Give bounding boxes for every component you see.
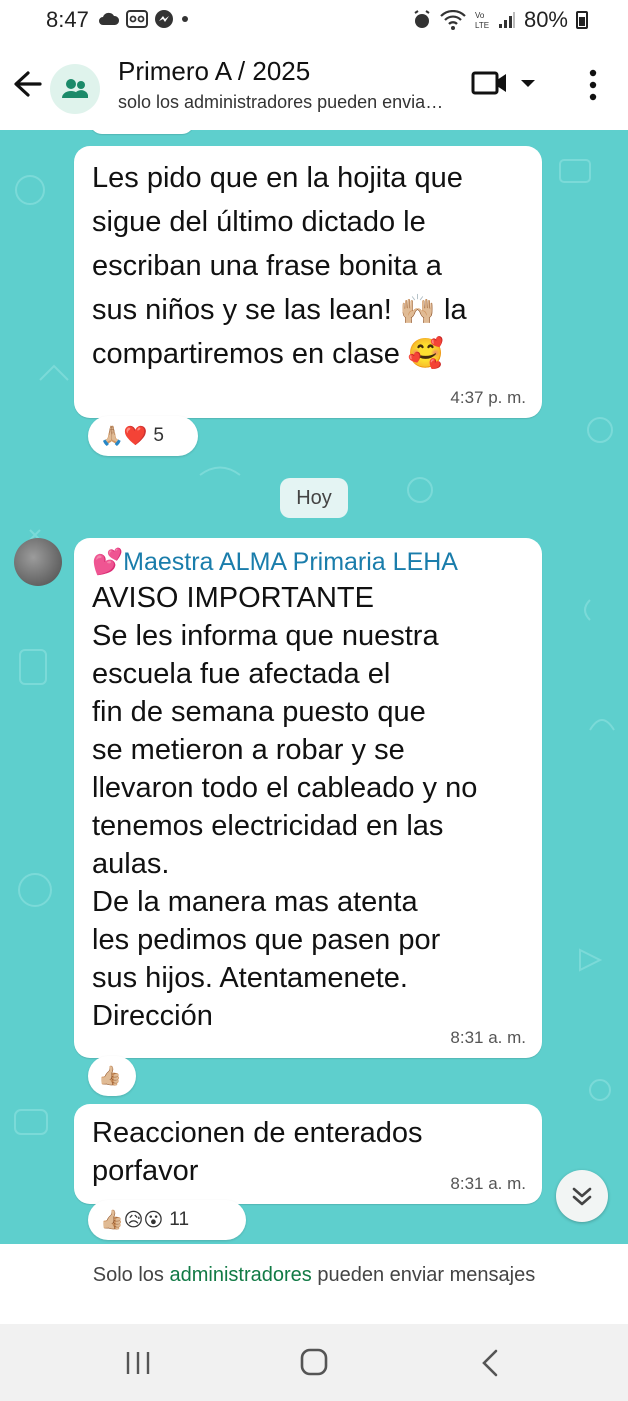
chat-title[interactable]: Primero A / 2025	[118, 56, 310, 87]
notice-suffix: pueden enviar mensajes	[311, 1264, 536, 1286]
reaction-emojis: 👍🏼😥😮	[100, 1210, 164, 1231]
status-bar: 8:47 Vo LTE 80%	[0, 0, 628, 38]
reaction-emojis: 👍🏼	[98, 1066, 122, 1087]
administrators-link[interactable]: administradores	[169, 1264, 311, 1286]
volte-icon: VoLTE	[475, 11, 489, 30]
message-time: 8:31 a. m.	[450, 1174, 526, 1193]
video-call-button[interactable]	[470, 68, 540, 102]
reaction-chip[interactable]: 👍🏼	[88, 1056, 136, 1096]
message-time: 8:31 a. m.	[450, 1028, 526, 1047]
status-notification-icons	[98, 9, 190, 29]
svg-text:LTE: LTE	[475, 21, 489, 30]
battery-icon	[576, 11, 588, 29]
message-text: Les pido que en la hojita que sigue del …	[92, 162, 467, 370]
reaction-count: 5	[153, 425, 164, 446]
signal-icon	[498, 12, 515, 28]
sender-avatar[interactable]	[14, 538, 62, 586]
group-icon	[62, 79, 88, 98]
svg-text:Vo: Vo	[475, 11, 485, 20]
reaction-count: 11	[169, 1209, 190, 1230]
alarm-icon	[414, 10, 430, 28]
system-navigation-bar	[0, 1324, 628, 1401]
admin-only-notice: Solo los administradores pueden enviar m…	[0, 1244, 628, 1324]
back-chevron-icon	[482, 1349, 498, 1377]
message-bubble[interactable]: 💕Maestra ALMA Primaria LEHA AVISO IMPORT…	[74, 538, 542, 1058]
group-avatar[interactable]	[50, 64, 100, 114]
dot-icon	[182, 16, 188, 22]
message-text: AVISO IMPORTANTE Se les informa que nues…	[92, 582, 478, 1032]
recent-apps-button[interactable]	[118, 1346, 158, 1380]
kebab-menu-icon	[589, 69, 597, 101]
more-options-button[interactable]	[578, 66, 608, 104]
wifi-icon	[440, 10, 466, 30]
recent-apps-icon	[126, 1352, 150, 1374]
message-bubble[interactable]: Les pido que en la hojita que sigue del …	[74, 146, 542, 418]
back-button[interactable]	[8, 64, 48, 104]
status-time: 8:47	[46, 7, 89, 32]
status-system-icons: Vo LTE 80%	[412, 7, 588, 33]
battery-percent: 80%	[523, 7, 568, 32]
reaction-emojis: 🙏🏼❤️	[100, 426, 148, 447]
messenger-icon	[155, 10, 173, 28]
message-bubble[interactable]: Reaccionen de enterados porfavor 8:31 a.…	[74, 1104, 542, 1204]
double-chevron-down-icon	[572, 1187, 592, 1206]
home-icon	[300, 1348, 328, 1376]
chat-area[interactable]: Les pido que en la hojita que sigue del …	[0, 130, 628, 1244]
chat-subtitle[interactable]: solo los administradores pueden enviar m…	[118, 92, 448, 113]
video-camera-icon	[471, 71, 506, 95]
sender-name[interactable]: 💕Maestra ALMA Primaria LEHA	[92, 548, 524, 577]
prev-reaction-remnant	[90, 130, 194, 134]
back-arrow-icon	[14, 71, 42, 97]
reaction-chip[interactable]: 🙏🏼❤️ 5	[88, 416, 198, 456]
back-nav-button[interactable]	[470, 1346, 510, 1380]
cloud-icon	[99, 12, 120, 25]
chevron-down-icon	[521, 80, 535, 87]
scroll-to-bottom-button[interactable]	[556, 1170, 608, 1222]
voicemail-icon	[126, 10, 148, 28]
date-divider: Hoy	[280, 478, 348, 518]
message-time: 4:37 p. m.	[450, 388, 526, 407]
home-button[interactable]	[294, 1346, 334, 1380]
reaction-chip[interactable]: 👍🏼😥😮 11	[88, 1200, 246, 1240]
notice-prefix: Solo los	[92, 1264, 170, 1286]
chat-header: Primero A / 2025 solo los administradore…	[0, 38, 628, 130]
